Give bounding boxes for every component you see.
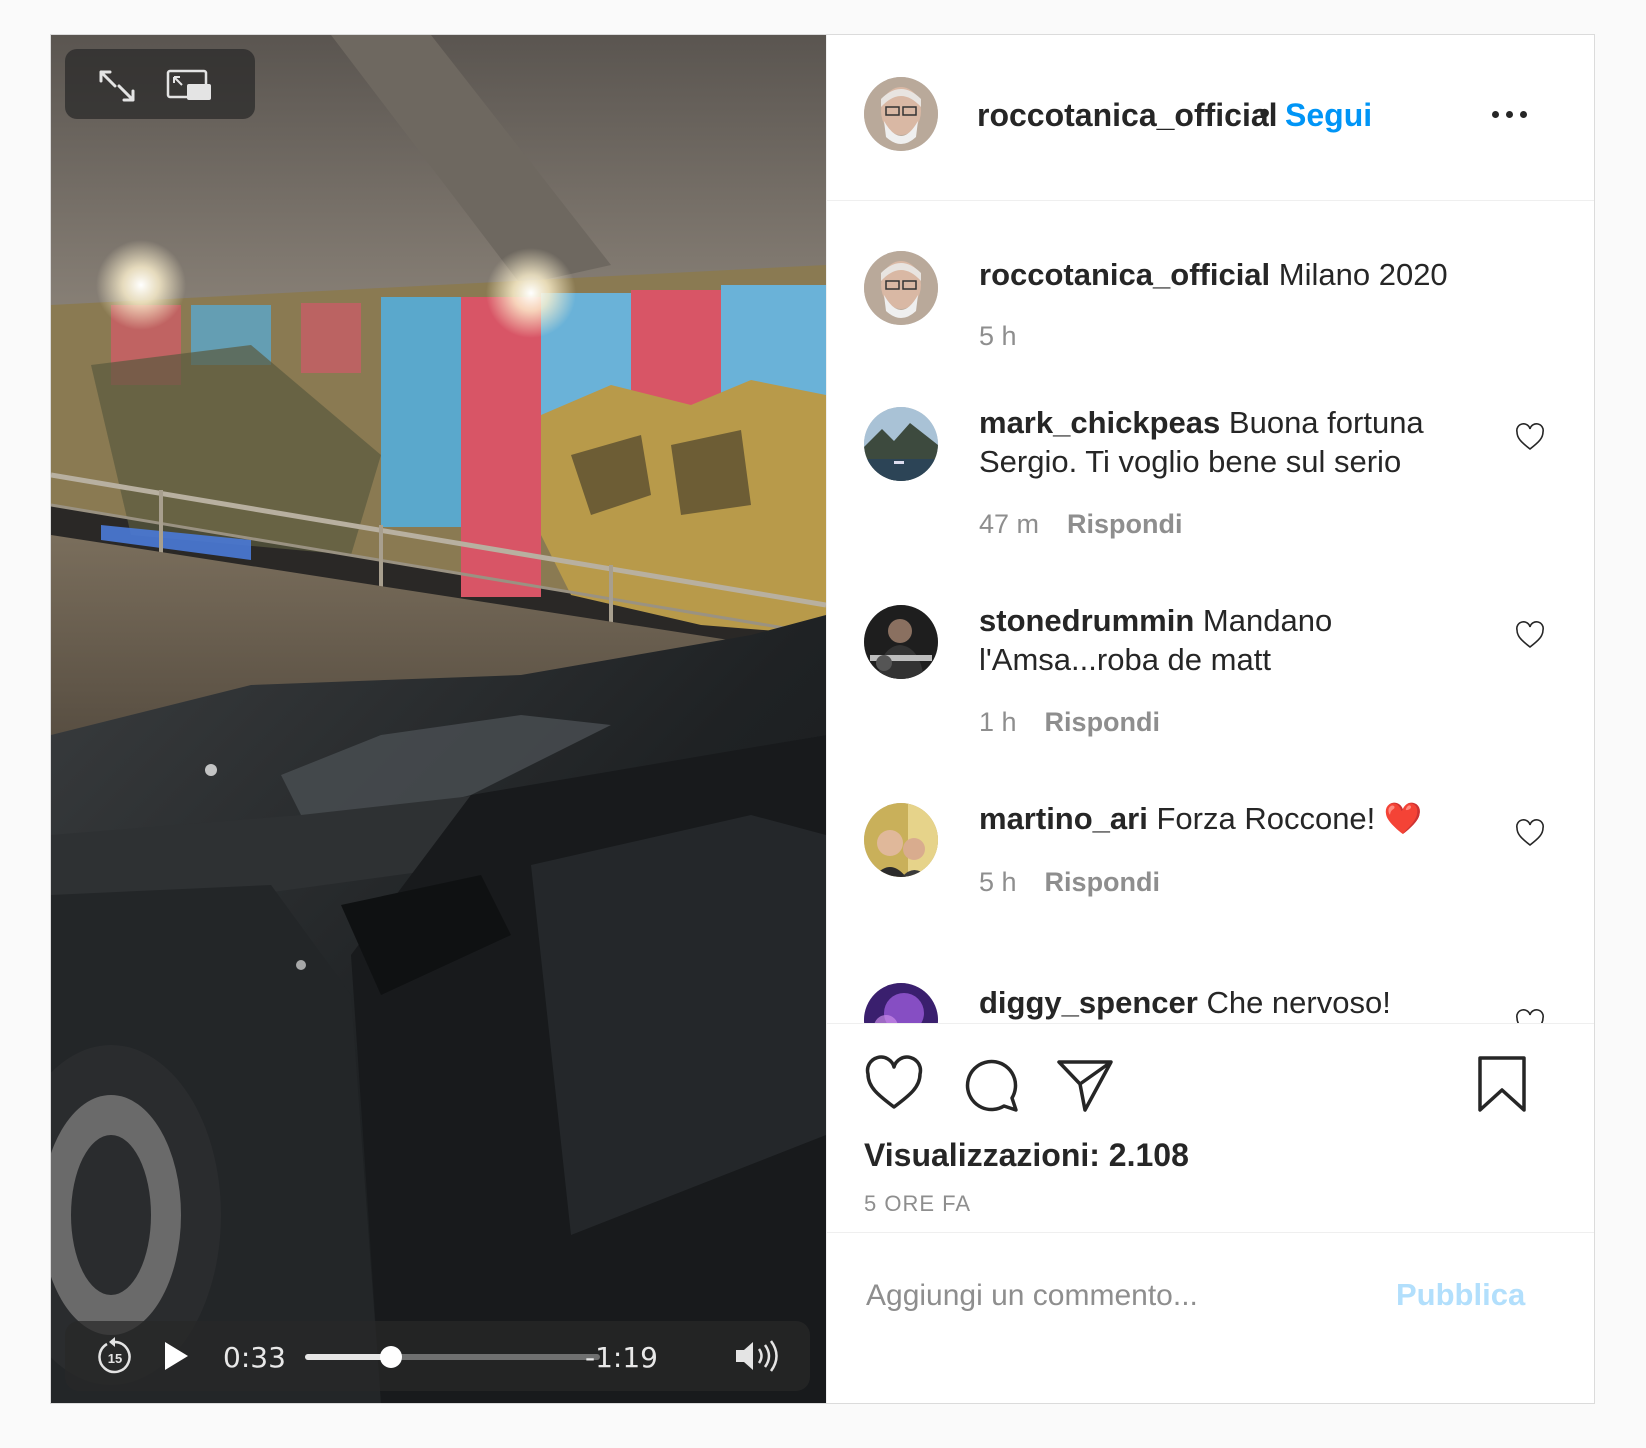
remaining-time: -1:19 — [585, 1341, 658, 1374]
comment-item: stonedrummin Mandano l'Amsa...roba de ma… — [827, 597, 1594, 777]
bookmark-icon[interactable] — [1472, 1054, 1532, 1114]
video-frame — [51, 35, 826, 1403]
skip-back-15-icon[interactable]: 15 — [95, 1336, 135, 1376]
avatar[interactable] — [864, 605, 938, 679]
caption-username[interactable]: roccotanica_official — [979, 257, 1270, 292]
comment-username[interactable]: stonedrummin — [979, 603, 1194, 638]
avatar[interactable] — [864, 983, 938, 1023]
caption: roccotanica_official Milano 2020 5 h — [827, 241, 1594, 381]
video-bottom-controls: 15 0:33 -1:19 — [65, 1321, 810, 1391]
comment-meta: 47 m Rispondi — [979, 509, 1183, 540]
view-count[interactable]: Visualizzazioni: 2.108 — [864, 1137, 1189, 1174]
video-scrubber[interactable] — [305, 1346, 600, 1368]
like-comment-heart-icon[interactable] — [1515, 1009, 1545, 1023]
avatar[interactable] — [864, 407, 938, 481]
heart-icon[interactable] — [864, 1054, 924, 1114]
comment-input[interactable] — [864, 1275, 1368, 1317]
comment-body: Che nervoso! — [1206, 985, 1391, 1020]
skip-back-label: 15 — [108, 1351, 122, 1366]
video-top-controls — [65, 49, 255, 119]
scrubber-progress — [305, 1354, 391, 1360]
play-icon[interactable] — [160, 1339, 192, 1373]
comment-time: 1 h — [979, 707, 1017, 737]
comment-username[interactable]: mark_chickpeas — [979, 405, 1220, 440]
comment-item: mark_chickpeas Buona fortuna Sergio. Ti … — [827, 399, 1594, 579]
header-separator: • — [1259, 95, 1271, 131]
avatar[interactable] — [864, 251, 938, 325]
picture-in-picture-icon[interactable] — [165, 68, 211, 104]
post-actions: Visualizzazioni: 2.108 5 ORE FA — [827, 1023, 1594, 1233]
comment-icon[interactable] — [960, 1054, 1020, 1114]
comment-text: diggy_spencer Che nervoso! — [979, 983, 1499, 1022]
comment-item: diggy_spencer Che nervoso! — [827, 961, 1594, 1023]
caption-time: 5 h — [979, 321, 1017, 351]
post-details-panel: roccotanica_official • Segui roccotanica… — [826, 35, 1594, 1403]
post-header: roccotanica_official • Segui — [827, 35, 1594, 201]
expand-icon[interactable] — [95, 68, 139, 104]
add-comment-bar: Pubblica — [827, 1233, 1594, 1403]
comment-username[interactable]: diggy_spencer — [979, 985, 1198, 1020]
comment-text: stonedrummin Mandano l'Amsa...roba de ma… — [979, 601, 1449, 679]
comment-body: Forza Roccone! ❤️ — [1156, 801, 1423, 836]
comment-text: mark_chickpeas Buona fortuna Sergio. Ti … — [979, 403, 1449, 481]
publish-button[interactable]: Pubblica — [1396, 1277, 1525, 1313]
more-options-icon[interactable] — [1492, 105, 1532, 125]
like-comment-heart-icon[interactable] — [1515, 819, 1545, 847]
reply-button[interactable]: Rispondi — [1045, 867, 1161, 897]
comment-time: 47 m — [979, 509, 1040, 539]
comment-meta: 5 h Rispondi — [979, 867, 1160, 898]
follow-button[interactable]: Segui — [1285, 97, 1372, 134]
caption-body: Milano 2020 — [1278, 257, 1448, 292]
comment-meta: 1 h Rispondi — [979, 707, 1160, 738]
comment-item: martino_ari Forza Roccone! ❤️ 5 h Rispond… — [827, 795, 1594, 955]
reply-button[interactable]: Rispondi — [1045, 707, 1161, 737]
like-comment-heart-icon[interactable] — [1515, 621, 1545, 649]
avatar[interactable] — [864, 77, 938, 151]
current-time: 0:33 — [223, 1341, 286, 1374]
caption-text: roccotanica_official Milano 2020 — [979, 255, 1499, 294]
scrubber-knob[interactable] — [379, 1346, 402, 1368]
video-player[interactable]: 15 0:33 -1:19 — [51, 35, 826, 1403]
comment-time: 5 h — [979, 867, 1017, 897]
comment-username[interactable]: martino_ari — [979, 801, 1148, 836]
share-icon[interactable] — [1055, 1054, 1115, 1114]
instagram-post: 15 0:33 -1:19 roccotanica_official • Seg… — [50, 34, 1595, 1404]
header-username[interactable]: roccotanica_official — [977, 97, 1278, 134]
like-comment-heart-icon[interactable] — [1515, 423, 1545, 451]
avatar[interactable] — [864, 803, 938, 877]
post-time-ago: 5 ORE FA — [864, 1191, 972, 1216]
reply-button[interactable]: Rispondi — [1067, 509, 1183, 539]
comments-list[interactable]: roccotanica_official Milano 2020 5 h mar — [827, 201, 1594, 1023]
comment-text: martino_ari Forza Roccone! ❤️ — [979, 799, 1499, 838]
volume-icon[interactable] — [733, 1338, 783, 1374]
